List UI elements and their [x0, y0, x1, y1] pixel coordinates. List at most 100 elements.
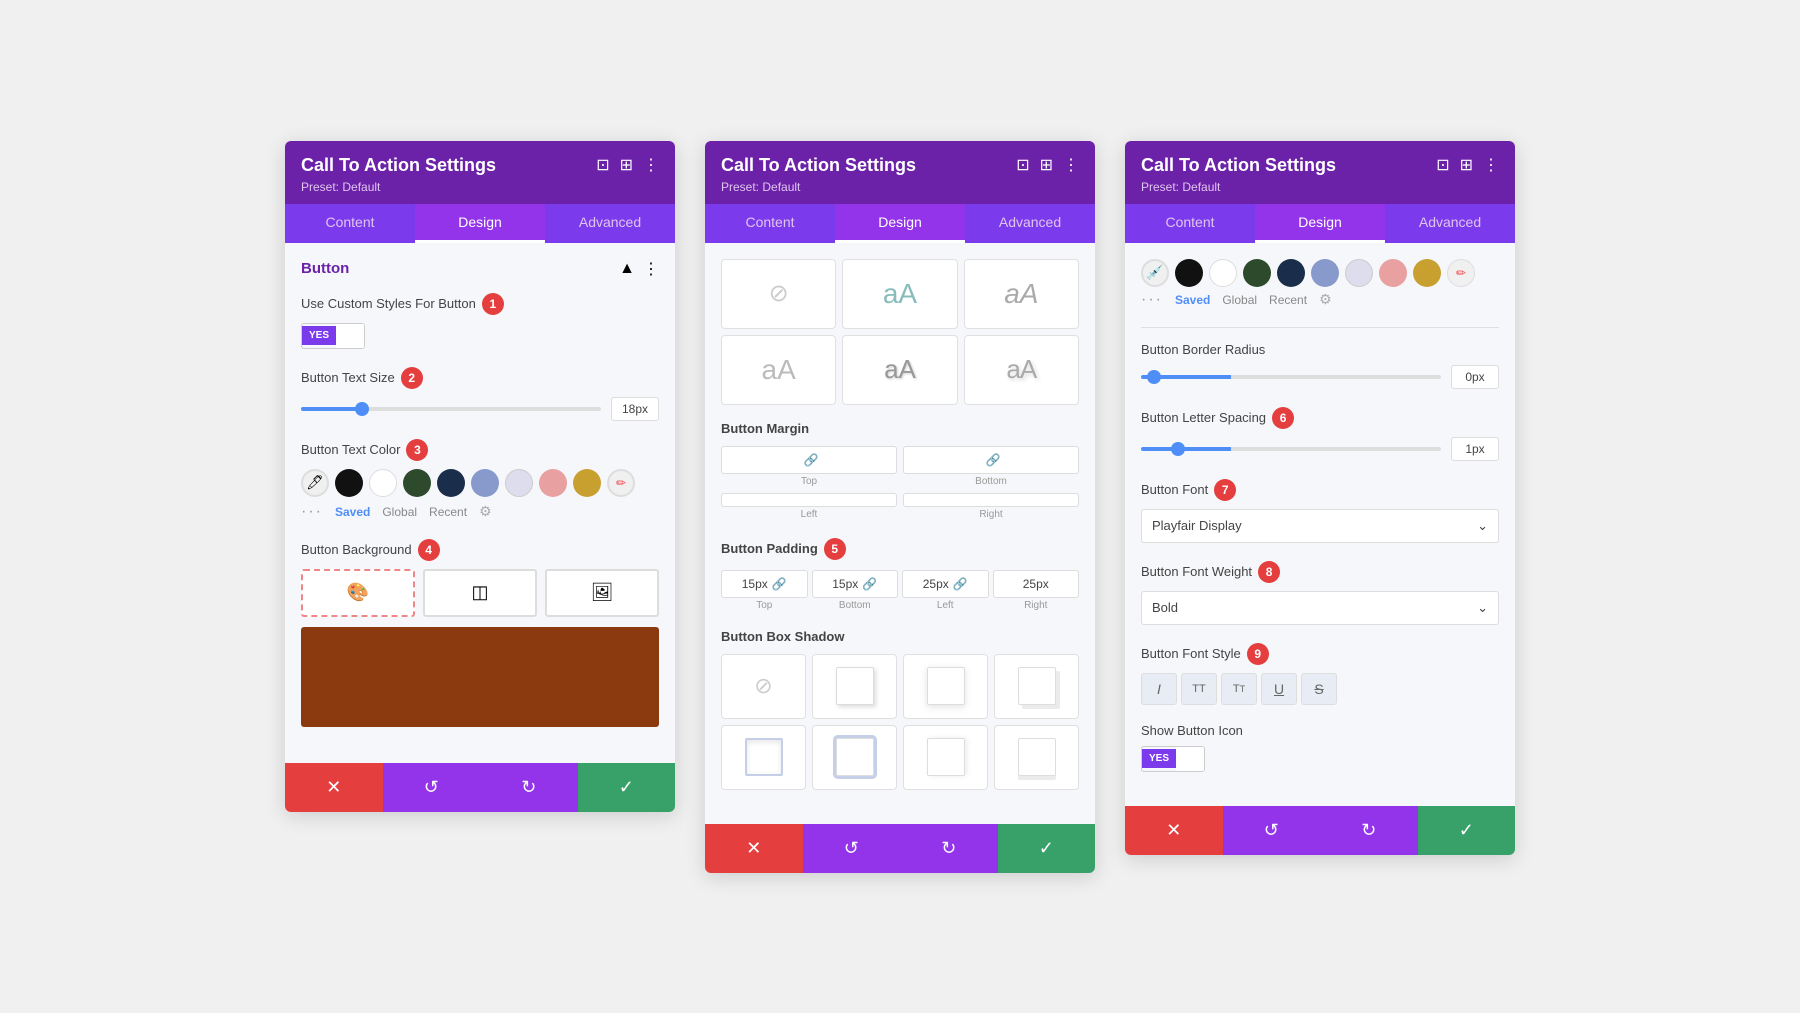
color-tab-saved[interactable]: Saved	[335, 505, 370, 519]
resize-icon-3[interactable]: ⊡	[1436, 155, 1449, 175]
smallcaps-btn[interactable]: TT	[1221, 673, 1257, 705]
tab-advanced-2[interactable]: Advanced	[965, 204, 1095, 243]
tab-design-3[interactable]: Design	[1255, 204, 1385, 243]
grid-icon-2[interactable]: ⊞	[1040, 155, 1053, 175]
custom-styles-toggle[interactable]: YES	[301, 323, 365, 349]
size-slider-thumb[interactable]	[355, 402, 369, 416]
tab-advanced-1[interactable]: Advanced	[545, 204, 675, 243]
border-slider-track[interactable]	[1141, 375, 1441, 379]
font-cell-raised[interactable]: aA	[721, 335, 836, 405]
eyedropper-icon[interactable]: 🖊	[301, 469, 329, 497]
more-icon-3[interactable]: ⋮	[1483, 155, 1499, 175]
color-tab-recent-3[interactable]: Recent	[1269, 293, 1307, 307]
swatch-gold[interactable]	[573, 469, 601, 497]
shadow-3[interactable]	[994, 654, 1079, 719]
panel-3-undo-btn[interactable]: ↺	[1223, 806, 1321, 855]
swatch-lightgray[interactable]	[505, 469, 533, 497]
edit-color-icon[interactable]: ✏	[607, 469, 635, 497]
tab-content-3[interactable]: Content	[1125, 204, 1255, 243]
button-font-select[interactable]: Playfair Display ⌄	[1141, 509, 1499, 543]
size-slider-track[interactable]	[301, 407, 601, 411]
tab-content-1[interactable]: Content	[285, 204, 415, 243]
font-cell-none[interactable]: ⊘	[721, 259, 836, 329]
link-pad-top-icon[interactable]: 🔗	[772, 577, 787, 591]
swatch-pink-3[interactable]	[1379, 259, 1407, 287]
button-font-weight-select[interactable]: Bold ⌄	[1141, 591, 1499, 625]
swatch-lightgray-3[interactable]	[1345, 259, 1373, 287]
swatch-white[interactable]	[369, 469, 397, 497]
panel-2-redo-btn[interactable]: ↻	[900, 824, 998, 873]
link-bottom-icon[interactable]: 🔗	[986, 453, 1001, 467]
shadow-none[interactable]: ⊘	[721, 654, 806, 719]
shadow-4[interactable]	[721, 725, 806, 790]
link-pad-bottom-icon[interactable]: 🔗	[862, 577, 877, 591]
color-gear-icon-3[interactable]: ⚙	[1319, 291, 1332, 308]
eyedropper-icon-3[interactable]: 💉	[1141, 259, 1169, 287]
border-radius-value[interactable]: 0px	[1451, 365, 1499, 389]
swatch-darkgreen-3[interactable]	[1243, 259, 1271, 287]
edit-color-icon-3[interactable]: ✏	[1447, 259, 1475, 287]
letter-spacing-thumb[interactable]	[1171, 442, 1185, 456]
panel-1-close-btn[interactable]: ✕	[285, 763, 383, 812]
margin-bottom-input[interactable]: 🔗	[903, 446, 1079, 474]
link-pad-left-icon[interactable]: 🔗	[953, 577, 968, 591]
swatch-black-3[interactable]	[1175, 259, 1203, 287]
italic-btn[interactable]: I	[1141, 673, 1177, 705]
panel-1-redo-btn[interactable]: ↻	[480, 763, 578, 812]
font-cell-blue[interactable]: aA	[842, 259, 957, 329]
show-icon-toggle[interactable]: YES	[1141, 746, 1205, 772]
tab-design-2[interactable]: Design	[835, 204, 965, 243]
color-gear-icon[interactable]: ⚙	[479, 503, 492, 520]
grid-icon-3[interactable]: ⊞	[1460, 155, 1473, 175]
tab-content-2[interactable]: Content	[705, 204, 835, 243]
letter-spacing-slider-track[interactable]	[1141, 447, 1441, 451]
swatch-pink[interactable]	[539, 469, 567, 497]
margin-top-input[interactable]: 🔗	[721, 446, 897, 474]
uppercase-btn[interactable]: TT	[1181, 673, 1217, 705]
shadow-5[interactable]	[812, 725, 897, 790]
shadow-6[interactable]	[903, 725, 988, 790]
resize-icon-2[interactable]: ⊡	[1016, 155, 1029, 175]
swatch-white-3[interactable]	[1209, 259, 1237, 287]
bg-image-option[interactable]: 🖼	[545, 569, 659, 617]
underline-btn[interactable]: U	[1261, 673, 1297, 705]
strikethrough-btn[interactable]: S	[1301, 673, 1337, 705]
color-tab-recent[interactable]: Recent	[429, 505, 467, 519]
padding-bottom-input[interactable]: 15px🔗	[812, 570, 899, 598]
color-tab-global[interactable]: Global	[382, 505, 417, 519]
swatch-darkgreen[interactable]	[403, 469, 431, 497]
border-slider-thumb[interactable]	[1147, 370, 1161, 384]
link-top-icon[interactable]: 🔗	[804, 453, 819, 467]
more-icon[interactable]: ⋮	[643, 155, 659, 175]
panel-2-close-btn[interactable]: ✕	[705, 824, 803, 873]
font-cell-shadow1[interactable]: aA	[842, 335, 957, 405]
margin-right-input[interactable]	[903, 493, 1079, 507]
swatch-gold-3[interactable]	[1413, 259, 1441, 287]
section-more-icon[interactable]: ⋮	[643, 259, 659, 279]
swatch-darkblue[interactable]	[437, 469, 465, 497]
letter-spacing-value[interactable]: 1px	[1451, 437, 1499, 461]
tab-advanced-3[interactable]: Advanced	[1385, 204, 1515, 243]
panel-3-save-btn[interactable]: ✓	[1418, 806, 1516, 855]
collapse-icon[interactable]: ▲	[619, 260, 635, 278]
resize-icon[interactable]: ⊡	[596, 155, 609, 175]
panel-1-undo-btn[interactable]: ↺	[383, 763, 481, 812]
panel-3-close-btn[interactable]: ✕	[1125, 806, 1223, 855]
bg-gradient-option[interactable]: ◫	[423, 569, 537, 617]
swatch-lightblue[interactable]	[471, 469, 499, 497]
more-icon-2[interactable]: ⋮	[1063, 155, 1079, 175]
swatch-darkblue-3[interactable]	[1277, 259, 1305, 287]
margin-left-input[interactable]	[721, 493, 897, 507]
swatch-black[interactable]	[335, 469, 363, 497]
font-cell-italic[interactable]: aA	[964, 259, 1079, 329]
panel-3-redo-btn[interactable]: ↻	[1320, 806, 1418, 855]
color-tab-saved-3[interactable]: Saved	[1175, 293, 1210, 307]
font-cell-shadow2[interactable]: aA	[964, 335, 1079, 405]
swatch-lightblue-3[interactable]	[1311, 259, 1339, 287]
padding-top-input[interactable]: 15px🔗	[721, 570, 808, 598]
panel-2-undo-btn[interactable]: ↺	[803, 824, 901, 873]
panel-1-save-btn[interactable]: ✓	[578, 763, 676, 812]
shadow-7[interactable]	[994, 725, 1079, 790]
panel-2-save-btn[interactable]: ✓	[998, 824, 1096, 873]
grid-icon[interactable]: ⊞	[620, 155, 633, 175]
